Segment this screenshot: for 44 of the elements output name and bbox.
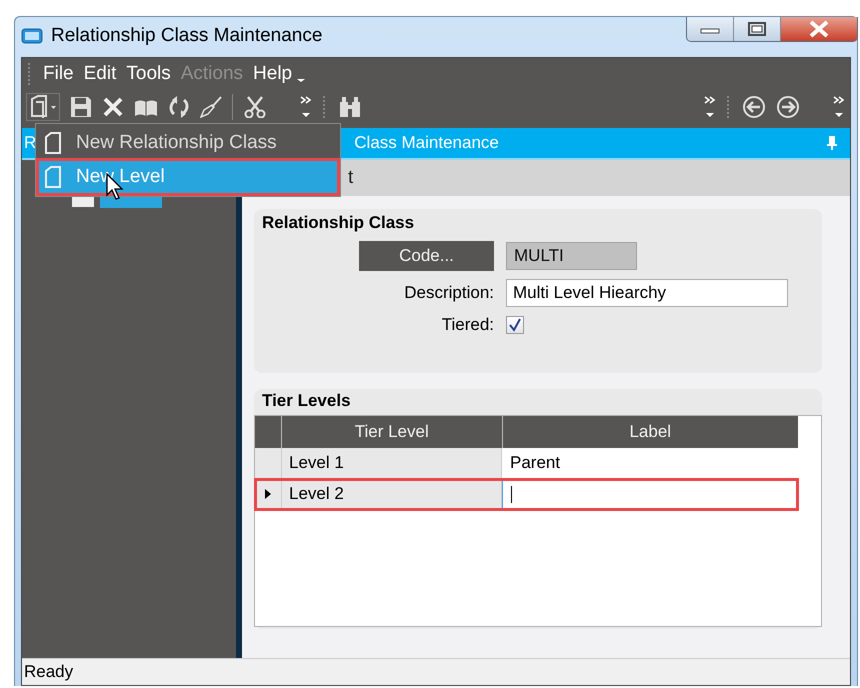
overflow-icon[interactable] — [832, 95, 846, 119]
row-header[interactable] — [255, 479, 282, 509]
menu-item[interactable]: Help — [253, 63, 292, 85]
scissors-icon[interactable] — [243, 96, 267, 118]
menu-item[interactable]: Tools — [126, 63, 171, 85]
menu-item[interactable]: New Relationship Class — [38, 126, 338, 160]
table-cell: Level 1 — [282, 448, 502, 478]
overflow-icon[interactable] — [703, 95, 717, 119]
tiered-checkbox[interactable] — [506, 316, 524, 334]
document-icon — [44, 131, 62, 155]
table-row[interactable]: Level 1 Parent — [255, 448, 798, 479]
app-icon — [21, 27, 43, 45]
group-title: Relationship Class — [261, 213, 416, 233]
document-icon — [44, 165, 62, 189]
minimize-button[interactable] — [687, 17, 734, 41]
save-icon[interactable] — [70, 96, 92, 118]
code-field[interactable]: MULTI — [506, 242, 637, 270]
text-cursor — [511, 486, 512, 502]
binoculars-icon[interactable] — [338, 96, 362, 118]
tab-label[interactable]: t — [348, 167, 354, 189]
current-row-icon — [264, 488, 272, 500]
brush-icon[interactable] — [200, 96, 222, 118]
table-row[interactable]: Level 2 — [255, 479, 798, 510]
maximize-icon — [747, 21, 767, 37]
panel-title: Class Maintenance — [354, 133, 499, 153]
refresh-icon[interactable] — [168, 96, 190, 118]
table-cell: Level 2 — [282, 479, 502, 509]
menu-item[interactable]: File — [43, 63, 74, 85]
description-field[interactable]: Multi Level Hiearchy — [506, 279, 788, 307]
delete-icon[interactable] — [102, 96, 124, 118]
group-title: Tier Levels — [261, 391, 352, 412]
menu-item[interactable]: Edit — [84, 63, 116, 85]
code-button[interactable]: Code... — [359, 241, 494, 271]
tiered-label: Tiered: — [442, 315, 494, 335]
new-document-button[interactable] — [26, 93, 60, 121]
table-cell-text: Parent — [509, 452, 562, 474]
window-title: Relationship Class Maintenance — [51, 25, 322, 47]
maximize-button[interactable] — [734, 17, 781, 41]
close-icon — [808, 20, 830, 38]
status-text: Ready — [22, 658, 850, 685]
panel-title: R — [23, 133, 36, 153]
description-label: Description: — [404, 283, 494, 303]
close-button[interactable] — [781, 17, 857, 41]
overflow-icon[interactable] — [299, 95, 313, 119]
